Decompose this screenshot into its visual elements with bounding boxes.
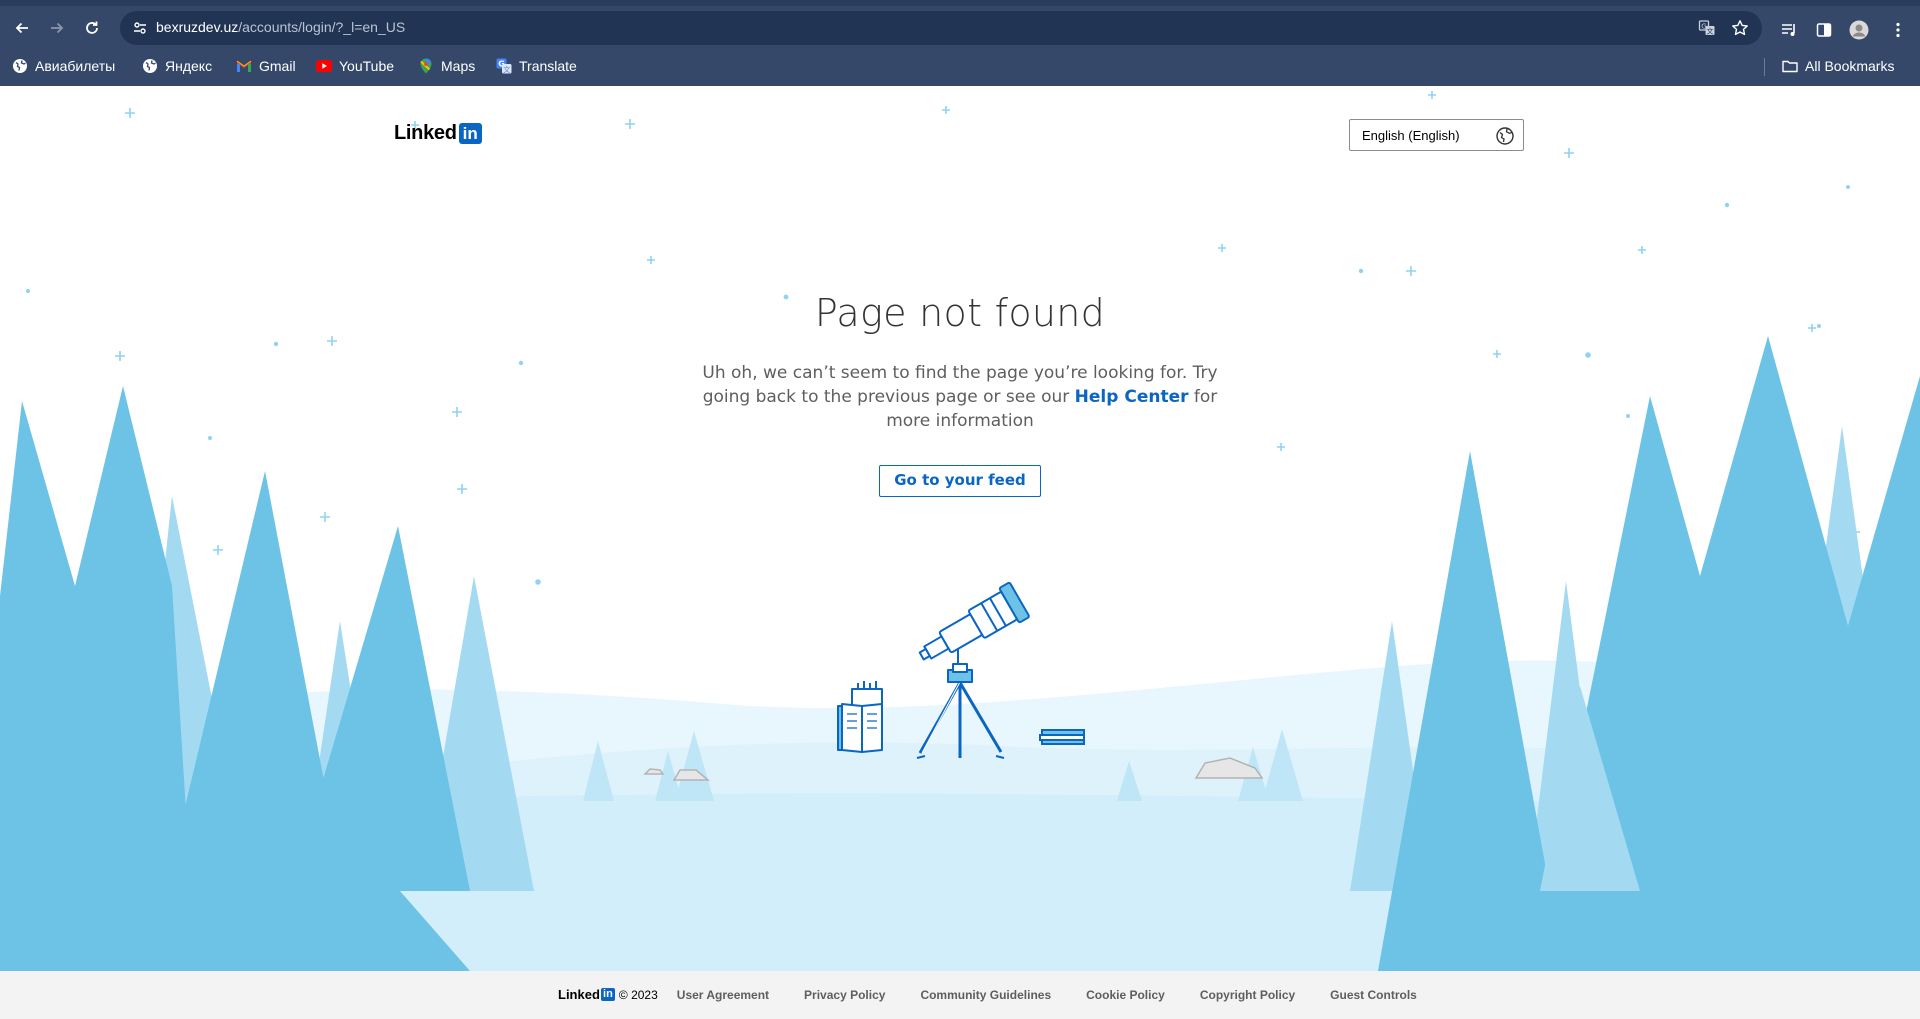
globe-icon: [142, 58, 158, 74]
bookmark-star-button[interactable]: [1728, 16, 1752, 40]
svg-text:文: 文: [1707, 27, 1714, 36]
footer-link-privacy-policy[interactable]: Privacy Policy: [804, 988, 885, 1002]
error-description: Uh oh, we can’t seem to find the page yo…: [680, 361, 1240, 433]
avatar-icon: [1849, 20, 1869, 40]
forward-button[interactable]: [43, 14, 71, 42]
bookmark-label: Translate: [519, 58, 577, 74]
bookmark-translate[interactable]: G文 Translate: [496, 54, 577, 78]
right-forest: [1350, 336, 1920, 971]
bookmark-label: Gmail: [259, 58, 296, 74]
arrow-left-icon: [15, 22, 28, 34]
gmail-icon: [236, 58, 252, 74]
bookmark-label: Яндекс: [165, 58, 213, 74]
url-text: bexruzdev.uz/accounts/login/?_l=en_US: [156, 19, 405, 35]
back-button[interactable]: [8, 14, 36, 42]
translate-icon: G文: [496, 58, 512, 74]
error-message-section: Page not found Uh oh, we can’t seem to f…: [560, 291, 1360, 497]
svg-text:文: 文: [503, 65, 510, 74]
globe-icon: [1496, 127, 1514, 145]
book-stack-illustration: [1039, 729, 1085, 745]
language-select-value: English (English): [1362, 128, 1460, 143]
tab-strip: [0, 0, 1920, 6]
arrow-right-icon: [51, 22, 64, 34]
logo-in-box: in: [458, 123, 482, 144]
left-forest: [0, 386, 534, 971]
web-page: Linked in English (English) Page not fou…: [0, 86, 1920, 1019]
globe-icon: [12, 58, 28, 74]
all-bookmarks-label: All Bookmarks: [1805, 58, 1895, 74]
bookmark-youtube[interactable]: YouTube: [316, 54, 394, 78]
side-panel-button[interactable]: [1812, 18, 1836, 42]
footer-logo-wordmark: Linked: [558, 987, 600, 1002]
translate-icon: G文: [1698, 20, 1715, 36]
footer-link-cookie-policy[interactable]: Cookie Policy: [1086, 988, 1165, 1002]
footer-link-copyright-policy[interactable]: Copyright Policy: [1200, 988, 1295, 1002]
winter-scene-illustration: [0, 91, 1920, 971]
footer-logo-in-box: in: [600, 988, 615, 1001]
bookmarks-bar: Авиабилеты Яндекс Gmail YouTube Maps G文 …: [0, 50, 1920, 82]
folder-icon: [1782, 58, 1798, 74]
copyright-text: © 2023: [618, 987, 658, 1002]
bookmark-aviabilety[interactable]: Авиабилеты: [12, 54, 115, 78]
profile-avatar[interactable]: [1847, 18, 1871, 42]
more-vertical-icon: [1896, 22, 1900, 38]
help-center-link[interactable]: Help Center: [1075, 387, 1189, 407]
footer-logo: Linked in: [558, 987, 615, 1002]
url-host: bexruzdev.uz: [156, 19, 239, 35]
browser-menu-button[interactable]: [1886, 18, 1910, 42]
linkedin-logo[interactable]: Linked in: [394, 122, 482, 145]
page-title: Page not found: [814, 291, 1106, 335]
browser-chrome: bexruzdev.uz/accounts/login/?_l=en_US G文…: [0, 0, 1920, 86]
tune-icon: [134, 22, 146, 34]
all-bookmarks-button[interactable]: All Bookmarks: [1782, 54, 1894, 78]
footer-links-row: Linked in © 2023 User Agreement Privacy …: [558, 987, 1417, 1002]
page-footer: Linked in © 2023 User Agreement Privacy …: [0, 971, 1920, 1019]
side-panel-icon: [1816, 23, 1832, 37]
star-icon: [1732, 20, 1748, 36]
url-path: /accounts/login/?_l=en_US: [238, 19, 406, 35]
language-select[interactable]: English (English): [1349, 119, 1524, 151]
footer-link-user-agreement[interactable]: User Agreement: [677, 988, 769, 1002]
youtube-icon: [316, 58, 332, 74]
bookmark-maps[interactable]: Maps: [418, 54, 475, 78]
media-controls-button[interactable]: [1777, 18, 1801, 42]
bookmark-label: Maps: [441, 58, 476, 74]
open-book-illustration: [837, 681, 883, 753]
go-to-feed-button[interactable]: Go to your feed: [879, 465, 1041, 497]
bookmark-label: YouTube: [339, 58, 395, 74]
browser-toolbar: bexruzdev.uz/accounts/login/?_l=en_US G文: [0, 8, 1920, 48]
footer-link-community-guidelines[interactable]: Community Guidelines: [920, 988, 1051, 1002]
bookmark-gmail[interactable]: Gmail: [236, 54, 296, 78]
bookmark-yandex[interactable]: Яндекс: [142, 54, 212, 78]
reload-icon: [86, 21, 98, 34]
bookmarks-divider: [1764, 58, 1765, 76]
footer-link-guest-controls[interactable]: Guest Controls: [1330, 988, 1417, 1002]
site-info-button[interactable]: [128, 16, 152, 40]
bookmark-label: Авиабилеты: [35, 58, 116, 74]
queue-music-icon: [1782, 24, 1795, 36]
address-bar[interactable]: bexruzdev.uz/accounts/login/?_l=en_US G文: [120, 11, 1762, 45]
reload-button[interactable]: [78, 14, 106, 42]
translate-page-button[interactable]: G文: [1695, 16, 1719, 40]
logo-wordmark: Linked: [394, 122, 457, 144]
maps-icon: [418, 58, 434, 74]
